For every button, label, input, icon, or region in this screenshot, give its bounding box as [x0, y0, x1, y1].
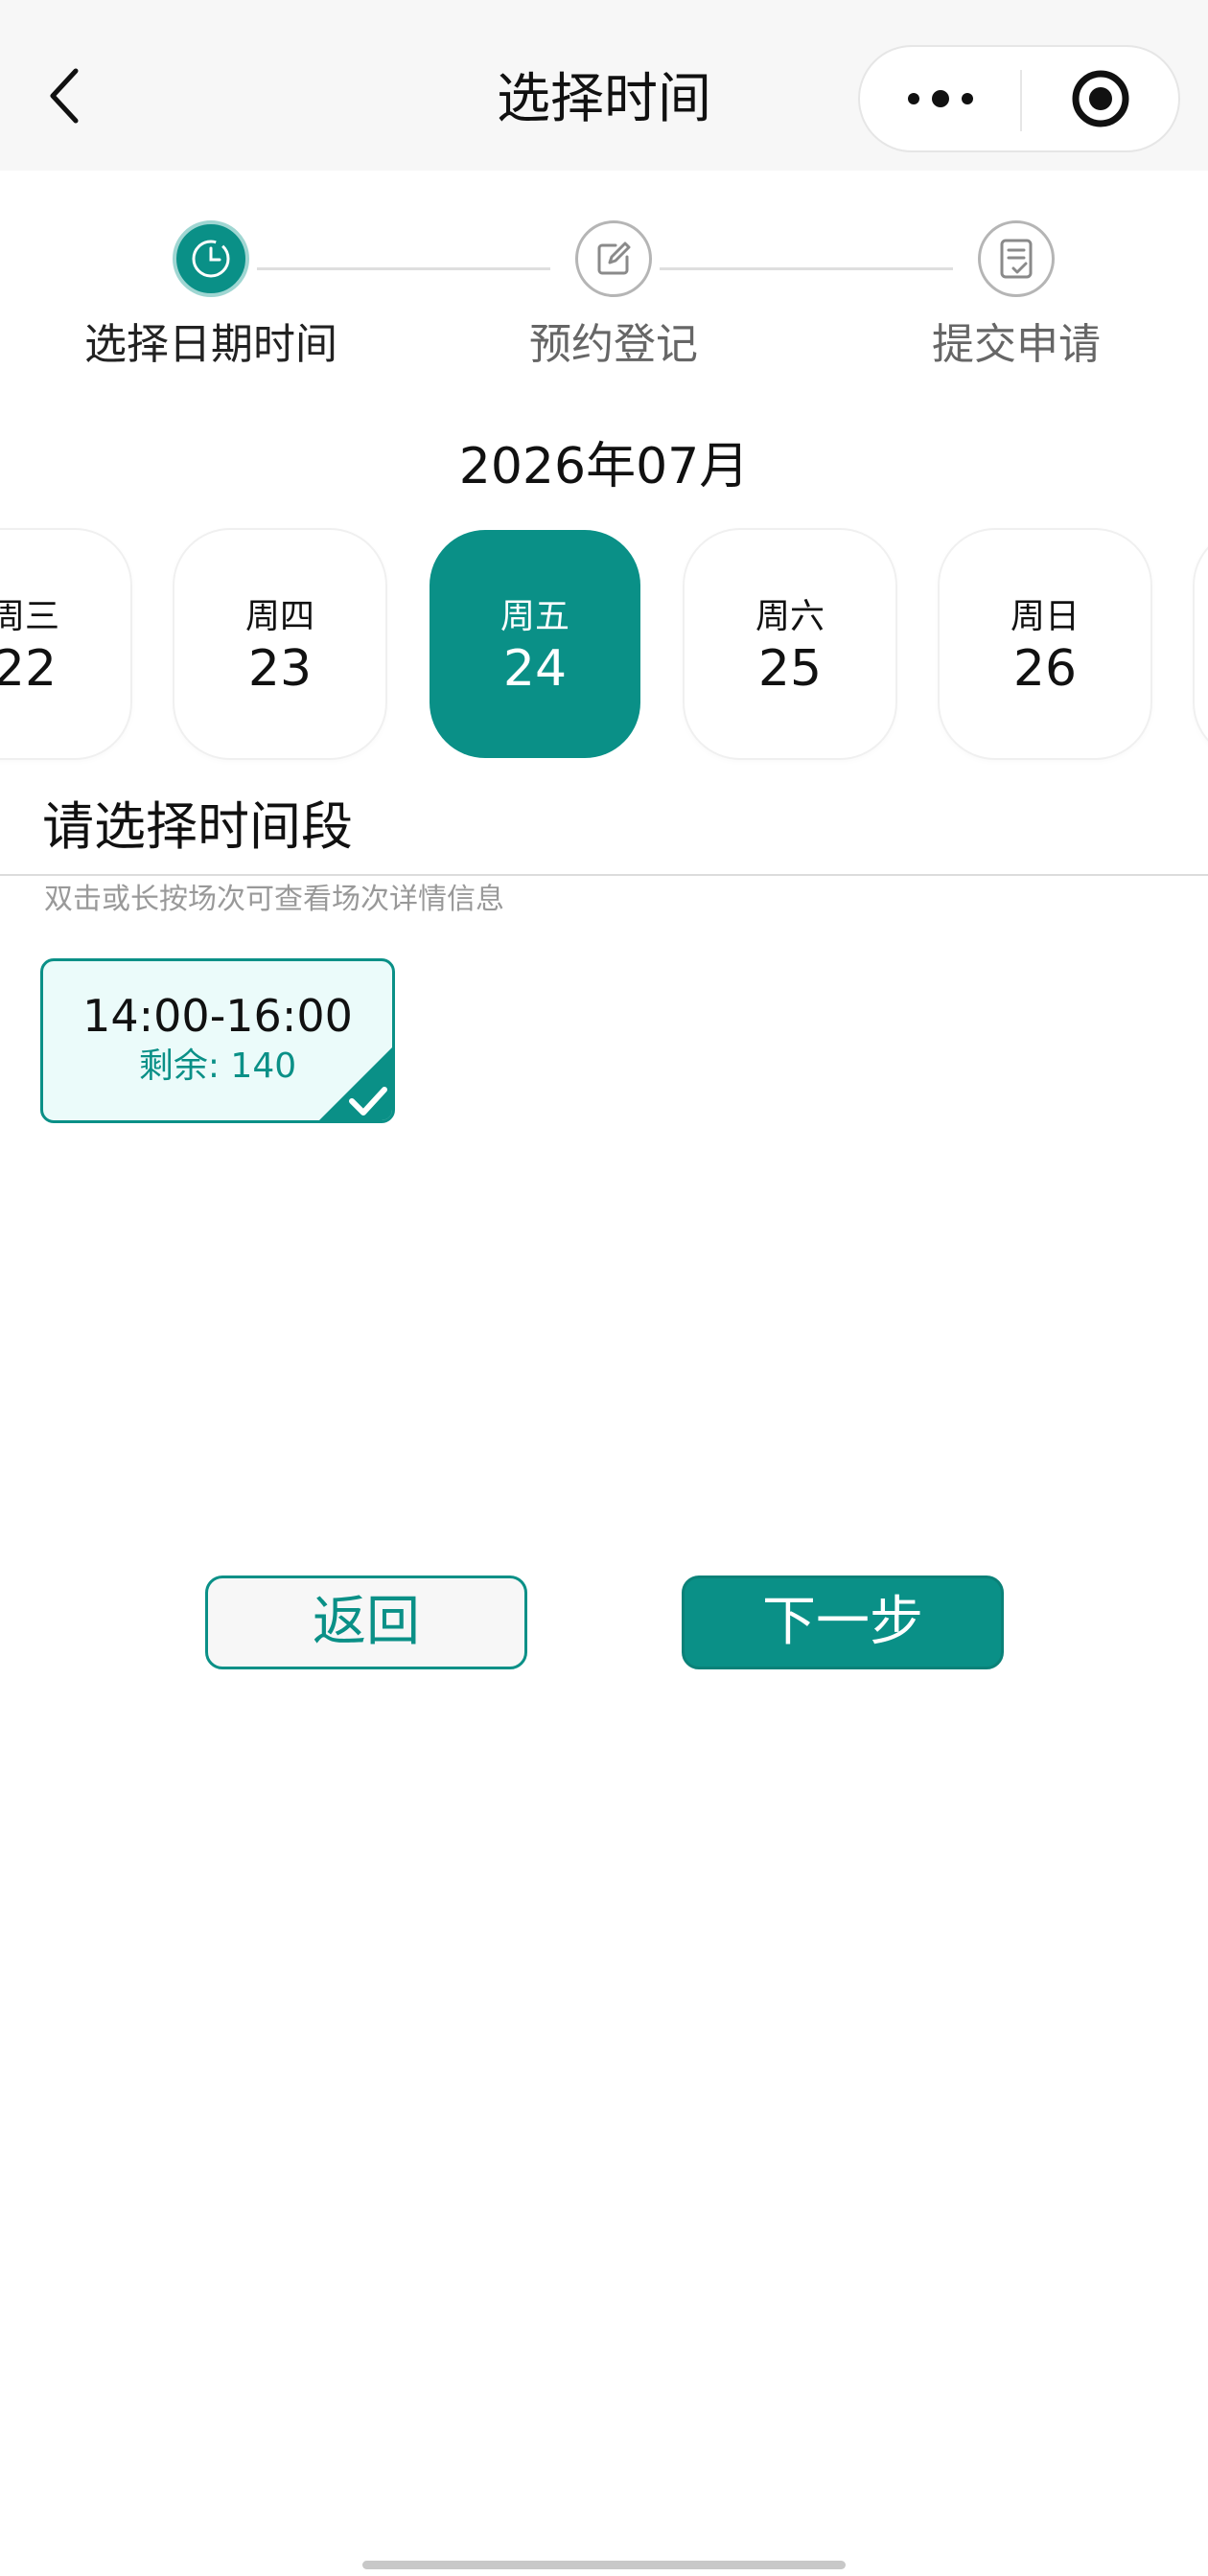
mini-program-capsule — [858, 45, 1180, 152]
weekday-label: 周五 — [499, 597, 569, 636]
slot-time: 14:00-16:00 — [82, 990, 353, 1042]
section-divider — [0, 874, 1208, 876]
step-register: 预约登记 — [441, 220, 786, 372]
time-slot-card[interactable]: 14:00-16:00 剩余: 140 — [40, 958, 395, 1123]
step-label: 预约登记 — [529, 320, 698, 369]
more-button[interactable] — [860, 47, 1020, 150]
day-number: 24 — [502, 640, 568, 698]
clock-icon — [192, 240, 230, 278]
home-indicator[interactable] — [362, 2561, 846, 2569]
day-number: 26 — [1012, 640, 1078, 698]
date-card-partial[interactable] — [1195, 530, 1208, 758]
step-circle-active — [173, 220, 249, 297]
weekday-label: 周日 — [1010, 597, 1080, 636]
document-check-icon — [1000, 239, 1033, 279]
weekday-label: 周三 — [0, 597, 59, 636]
step-label: 选择日期时间 — [84, 320, 337, 369]
page: 选择时间 选择日期时间 预约登记 提交申请 2026年07月 周三 22 周四 … — [0, 0, 1208, 2576]
checkmark-icon — [319, 1047, 392, 1120]
weekday-label: 周六 — [755, 597, 825, 636]
date-card-selected[interactable]: 周五 24 — [430, 530, 640, 758]
date-card[interactable]: 周六 25 — [685, 530, 895, 758]
progress-steps: 选择日期时间 预约登记 提交申请 — [0, 220, 1208, 393]
date-card[interactable]: 周日 26 — [940, 530, 1150, 758]
next-step-button[interactable]: 下一步 — [682, 1576, 1004, 1669]
date-strip[interactable]: 周三 22 周四 23 周五 24 周六 25 周日 26 — [0, 530, 1208, 760]
step-select-datetime: 选择日期时间 — [38, 220, 383, 372]
step-circle-inactive — [978, 220, 1055, 297]
date-card[interactable]: 周四 23 — [174, 530, 385, 758]
step-circle-inactive — [575, 220, 652, 297]
weekday-label: 周四 — [244, 597, 314, 636]
more-dots-icon — [907, 90, 973, 107]
step-submit: 提交申请 — [844, 220, 1189, 372]
day-number: 23 — [247, 640, 313, 698]
target-circle-icon — [1072, 70, 1128, 127]
back-action-button[interactable]: 返回 — [205, 1576, 527, 1669]
day-number: 25 — [757, 640, 823, 698]
step-label: 提交申请 — [932, 320, 1101, 369]
navbar: 选择时间 — [0, 0, 1208, 171]
day-number: 22 — [0, 640, 58, 698]
edit-icon — [597, 242, 631, 275]
close-miniprogram-button[interactable] — [1022, 47, 1178, 150]
month-label: 2026年07月 — [458, 438, 750, 495]
date-card[interactable]: 周三 22 — [0, 530, 130, 758]
section-title: 请选择时间段 — [42, 796, 353, 857]
hint-text: 双击或长按场次可查看场次详情信息 — [44, 883, 504, 916]
